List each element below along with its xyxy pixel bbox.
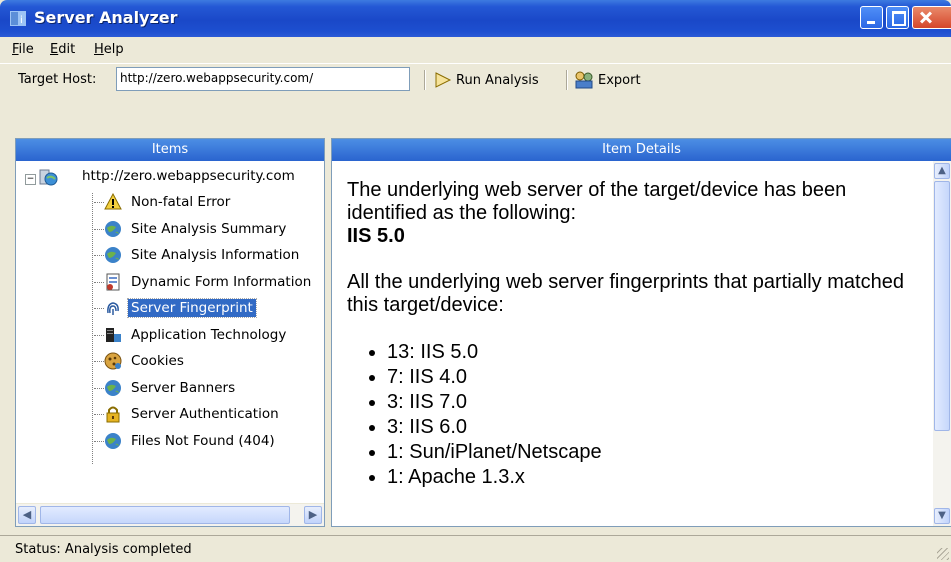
tree-connector — [92, 193, 93, 464]
scroll-left-button[interactable]: ◀ — [18, 506, 36, 524]
tree-item-server-authentication[interactable]: Server Authentication — [94, 402, 282, 426]
globe-icon — [105, 433, 121, 449]
resize-grip[interactable] — [937, 548, 949, 560]
warning-icon — [104, 193, 122, 210]
app-icon: i — [10, 11, 26, 26]
list-item: 1: Apache 1.3.x — [387, 465, 927, 490]
globe-icon — [105, 247, 121, 263]
tree-item-label: Cookies — [131, 353, 184, 369]
toolbar-separator — [424, 70, 426, 90]
lock-icon — [106, 406, 120, 423]
menu-file[interactable]: File — [12, 42, 34, 57]
status-text: Status: Analysis completed — [15, 542, 192, 557]
identified-server: IIS 5.0 — [347, 225, 405, 247]
tree-root-label[interactable]: http://zero.webappsecurity.com — [82, 168, 295, 184]
collapse-toggle[interactable]: − — [25, 174, 36, 185]
play-icon — [435, 72, 452, 88]
tree-item-cookies[interactable]: Cookies — [94, 349, 187, 373]
items-tree: − http://zero.webappsecurity.com Non-fat… — [16, 163, 324, 502]
globe-icon — [105, 221, 121, 237]
list-item: 3: IIS 7.0 — [387, 390, 927, 415]
tree-item-label: Server Banners — [131, 380, 236, 396]
tree-item-label: Server Authentication — [131, 406, 279, 422]
scroll-up-button[interactable]: ▲ — [934, 163, 950, 179]
menu-edit[interactable]: Edit — [50, 42, 75, 57]
tree-item-dynamic-form-information[interactable]: Dynamic Form Information — [94, 270, 314, 294]
list-item: 13: IIS 5.0 — [387, 340, 927, 365]
list-item: 7: IIS 4.0 — [387, 365, 927, 390]
export-icon — [575, 71, 593, 89]
scroll-thumb[interactable] — [934, 181, 950, 431]
tree-item-label: Files Not Found (404) — [131, 433, 275, 449]
tree-item-files-not-found[interactable]: Files Not Found (404) — [94, 429, 278, 453]
server-icon — [106, 328, 121, 342]
svg-text:i: i — [20, 15, 23, 26]
target-host-label: Target Host: — [18, 72, 97, 87]
tree-item-label: Site Analysis Summary — [131, 221, 287, 237]
list-item: 3: IIS 6.0 — [387, 415, 927, 440]
status-bar: Status: Analysis completed — [0, 535, 951, 562]
globe-icon — [105, 380, 121, 396]
tree-item-label: Application Technology — [131, 327, 287, 343]
tree-item-server-fingerprint[interactable]: Server Fingerprint — [94, 296, 257, 320]
items-horizontal-scrollbar[interactable]: ◀ ▶ — [16, 503, 324, 526]
close-button[interactable] — [912, 6, 951, 29]
target-host-input[interactable]: http://zero.webappsecurity.com/ — [116, 67, 410, 91]
tree-item-server-banners[interactable]: Server Banners — [94, 376, 238, 400]
tree-item-label: Site Analysis Information — [131, 247, 300, 263]
tree-item-label: Server Fingerprint — [127, 298, 257, 318]
tree-item-non-fatal-error[interactable]: Non-fatal Error — [94, 190, 233, 214]
tree-item-label: Non-fatal Error — [131, 194, 231, 210]
scroll-thumb[interactable] — [40, 506, 290, 524]
tree-item-application-technology[interactable]: Application Technology — [94, 323, 289, 347]
window-title: Server Analyzer — [34, 8, 178, 27]
scroll-down-button[interactable]: ▼ — [934, 508, 950, 524]
cookie-icon — [104, 352, 122, 370]
details-vertical-scrollbar[interactable]: ▲ ▼ — [933, 161, 951, 526]
items-header: Items — [16, 139, 324, 161]
minimize-button[interactable] — [860, 6, 883, 29]
fingerprint-icon — [107, 302, 119, 315]
intro-text: The underlying web server of the target/… — [347, 179, 847, 224]
export-label: Export — [598, 72, 641, 88]
maximize-button[interactable] — [886, 6, 909, 29]
list-item: 1: Sun/iPlanet/Netscape — [387, 440, 927, 465]
menu-bar: File Edit Help — [0, 37, 951, 63]
partial-match-text: All the underlying web server fingerprin… — [347, 271, 904, 316]
details-content: The underlying web server of the target/… — [347, 179, 927, 490]
tree-item-site-analysis-information[interactable]: Site Analysis Information — [94, 243, 302, 267]
form-icon — [106, 273, 120, 291]
item-details-header: Item Details — [332, 139, 951, 161]
run-analysis-label: Run Analysis — [456, 72, 539, 88]
identified-text: The underlying web server of the target/… — [347, 179, 927, 248]
menu-help[interactable]: Help — [94, 42, 124, 57]
export-button[interactable]: Export — [574, 69, 641, 91]
run-analysis-button[interactable]: Run Analysis — [434, 69, 539, 91]
scroll-right-button[interactable]: ▶ — [304, 506, 322, 524]
tree-item-site-analysis-summary[interactable]: Site Analysis Summary — [94, 217, 289, 241]
title-bar[interactable]: i Server Analyzer — [0, 0, 951, 37]
server-analyzer-window: i Server Analyzer File Edit Help Target … — [0, 0, 951, 562]
server-globe-icon — [39, 169, 58, 186]
tree-item-label: Dynamic Form Information — [131, 274, 312, 290]
item-details-pane: Item Details The underlying web server o… — [331, 138, 951, 527]
toolbar-separator — [566, 70, 568, 90]
items-pane: Items − http://zero.webappsecurity.com N… — [15, 138, 325, 527]
fingerprint-list: 13: IIS 5.0 7: IIS 4.0 3: IIS 7.0 3: IIS… — [347, 340, 927, 490]
toolbar: Target Host: http://zero.webappsecurity.… — [0, 63, 951, 96]
